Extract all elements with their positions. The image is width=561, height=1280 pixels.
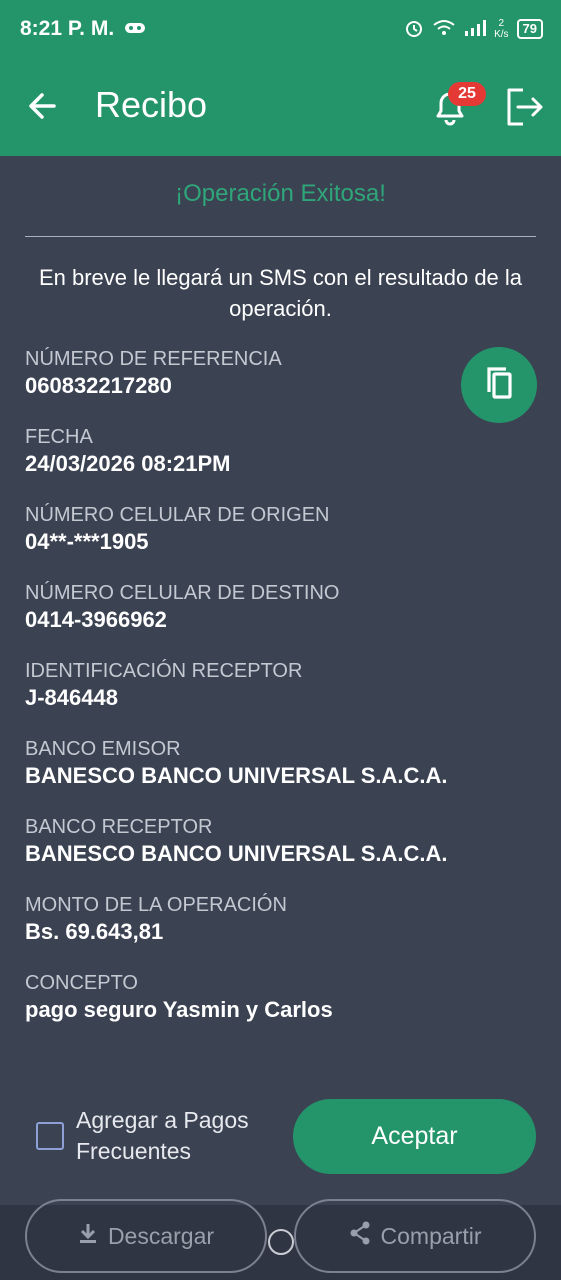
field-value: 24/03/2026 08:21PM (25, 451, 231, 476)
signal-icon (464, 19, 487, 40)
field-value: pago seguro Yasmin y Carlos (25, 997, 333, 1022)
frequent-payments-label: Agregar a Pagos Frecuentes (76, 1107, 249, 1164)
field-value: 04**-***1905 (25, 529, 149, 554)
field-banco-emisor: BANCO EMISOR BANESCO BANCO UNIVERSAL S.A… (25, 736, 455, 790)
field-celular-origen: NÚMERO CELULAR DE ORIGEN 04**-***1905 (25, 502, 455, 556)
download-label: Descargar (107, 1222, 215, 1249)
field-value: BANESCO BANCO UNIVERSAL S.A.C.A. (25, 841, 448, 866)
copy-button[interactable] (461, 347, 537, 423)
field-celular-destino: NÚMERO CELULAR DE DESTINO 0414-3966962 (25, 580, 455, 634)
accept-button[interactable]: Aceptar (293, 1099, 536, 1174)
sms-message: En breve le llegará un SMS con el result… (38, 265, 523, 321)
back-arrow-icon[interactable] (24, 86, 64, 126)
page-title: Recibo (95, 84, 208, 125)
field-label: FECHA (25, 426, 93, 448)
logout-icon[interactable] (503, 86, 545, 128)
field-monto: MONTO DE LA OPERACIÓN Bs. 69.643,81 (25, 892, 455, 946)
frequent-payments-option[interactable]: Agregar a Pagos Frecuentes (36, 1105, 276, 1167)
share-icon (349, 1221, 371, 1251)
field-label: BANCO EMISOR (25, 738, 181, 760)
net-speed: 2 K/s (494, 18, 509, 40)
field-label: CONCEPTO (25, 972, 138, 994)
field-value: Bs. 69.643,81 (25, 919, 164, 944)
field-label: NÚMERO DE REFERENCIA (25, 348, 282, 370)
status-bar: 8:21 P. M. 2 K/s 79 (0, 0, 561, 58)
copy-icon (482, 365, 516, 406)
field-identificacion: IDENTIFICACIÓN RECEPTOR J-846448 (25, 658, 455, 712)
field-label: NÚMERO CELULAR DE ORIGEN (25, 504, 330, 526)
field-concepto: CONCEPTO pago seguro Yasmin y Carlos (25, 970, 455, 1024)
field-value: J-846448 (25, 685, 118, 710)
field-label: MONTO DE LA OPERACIÓN (25, 894, 287, 916)
download-button[interactable]: Descargar (25, 1199, 267, 1273)
frequent-payments-checkbox[interactable] (36, 1122, 64, 1150)
share-label: Compartir (380, 1222, 482, 1249)
success-title: ¡Operación Exitosa! (175, 180, 386, 207)
gamepad-icon (124, 17, 146, 41)
field-label: NÚMERO CELULAR DE DESTINO (25, 582, 340, 604)
field-label: BANCO RECEPTOR (25, 816, 213, 838)
field-referencia: NÚMERO DE REFERENCIA 060832217280 (25, 346, 455, 400)
status-time: 8:21 P. M. (20, 17, 115, 40)
battery-indicator: 79 (516, 19, 543, 39)
field-value: 0414-3966962 (25, 607, 167, 632)
wifi-icon (432, 19, 456, 40)
alarm-icon (404, 18, 424, 41)
notification-badge: 25 (448, 82, 486, 106)
download-icon (78, 1222, 98, 1250)
field-value: 060832217280 (25, 373, 172, 398)
share-button[interactable]: Compartir (294, 1199, 536, 1273)
field-banco-receptor: BANCO RECEPTOR BANESCO BANCO UNIVERSAL S… (25, 814, 455, 868)
field-label: IDENTIFICACIÓN RECEPTOR (25, 660, 303, 682)
field-value: BANESCO BANCO UNIVERSAL S.A.C.A. (25, 763, 448, 788)
app-bar: Recibo 25 (0, 58, 561, 156)
divider (25, 236, 536, 237)
home-circle-icon[interactable] (268, 1229, 294, 1255)
field-fecha: FECHA 24/03/2026 08:21PM (25, 424, 455, 478)
